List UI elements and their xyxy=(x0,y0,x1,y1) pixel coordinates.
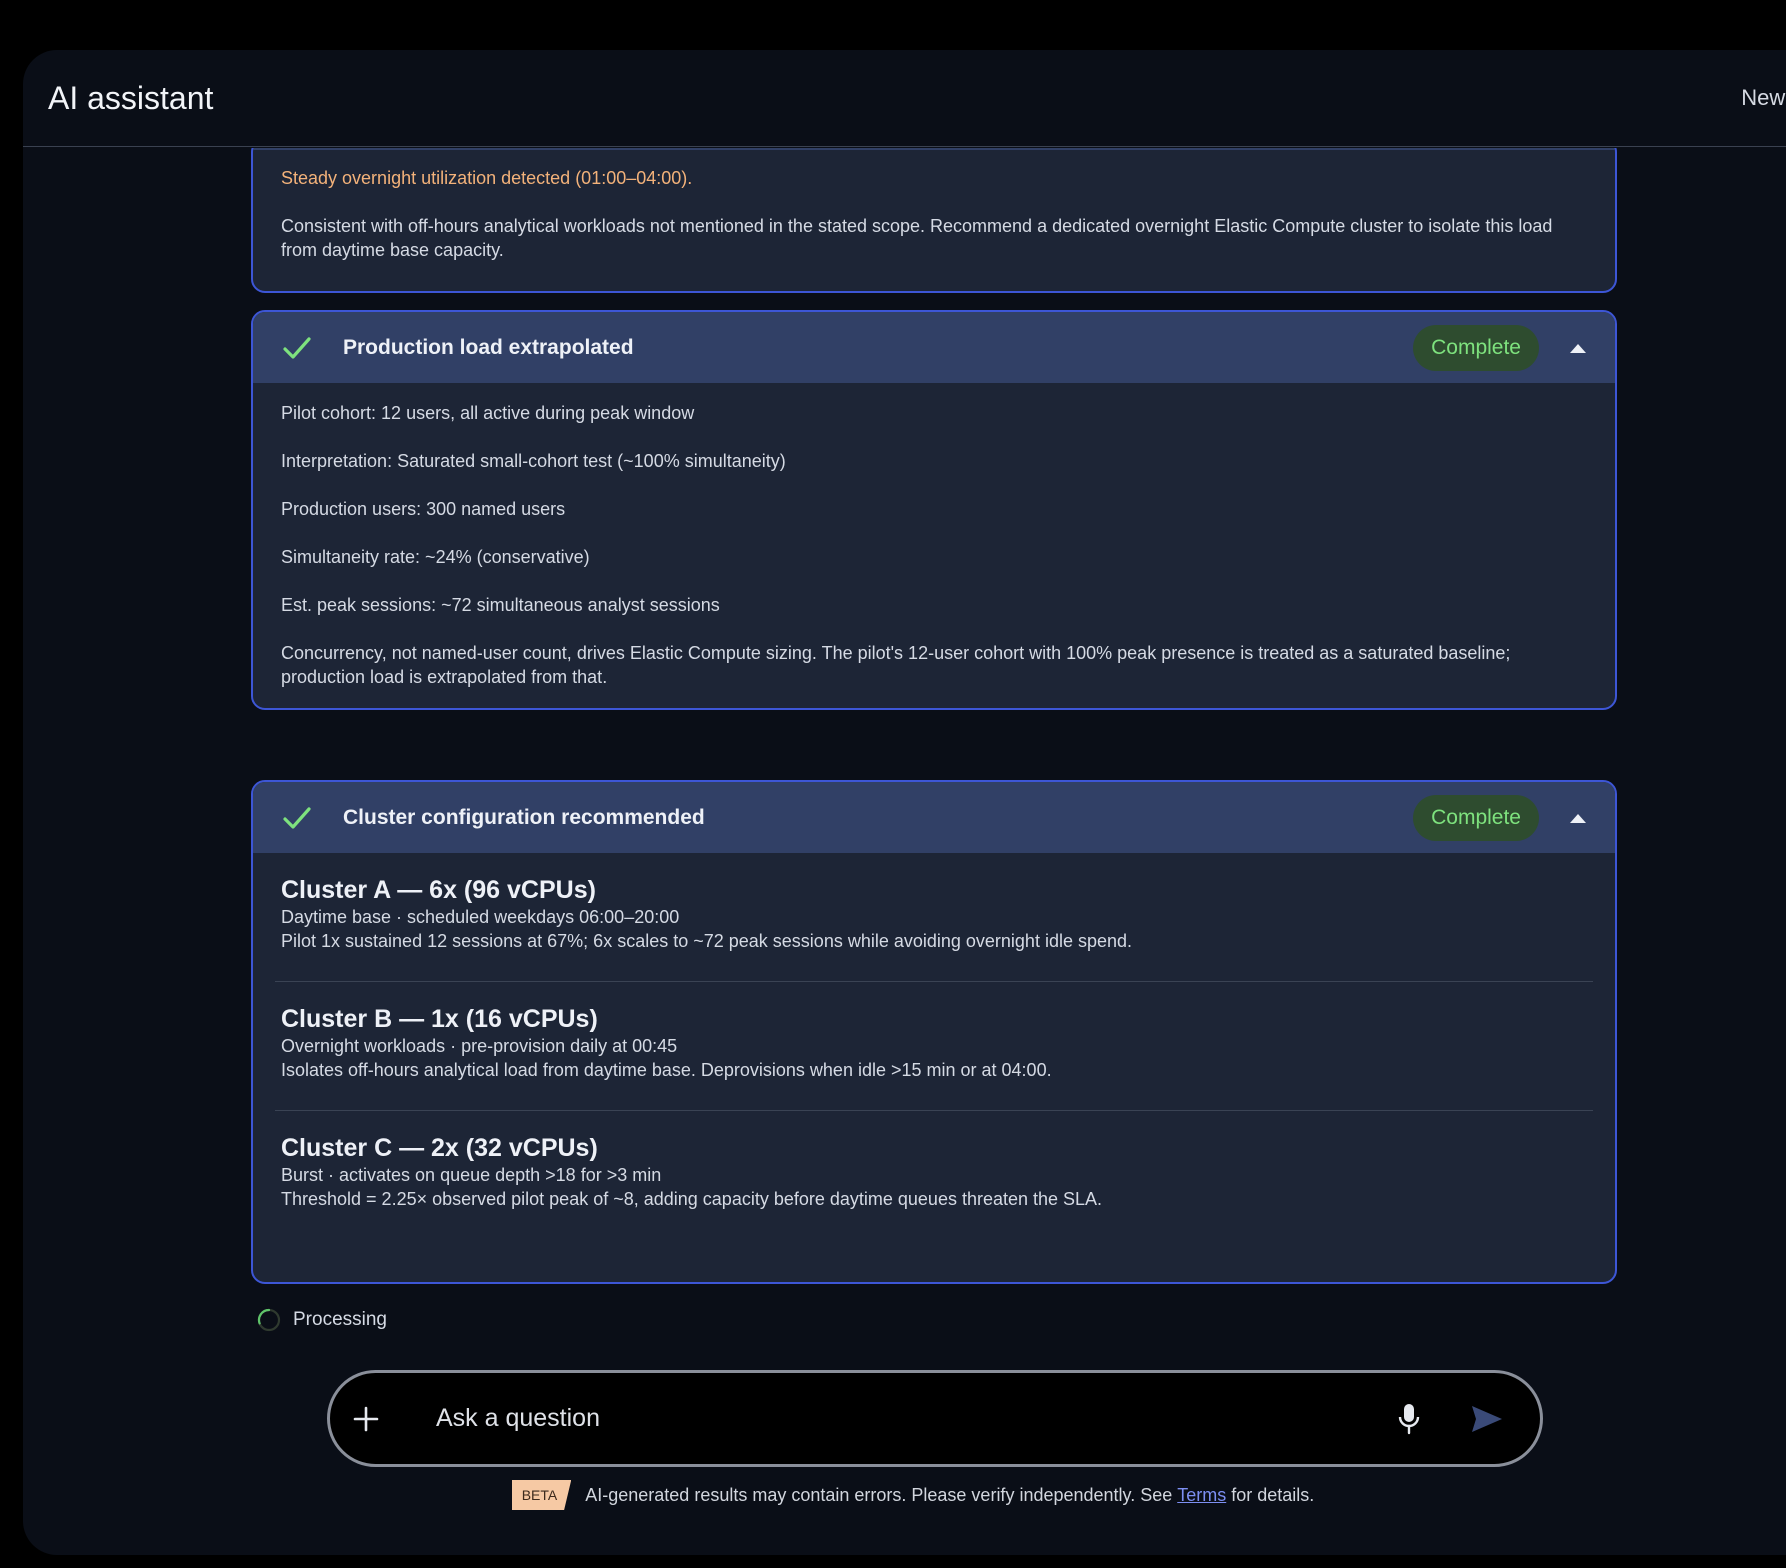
status-badge: Complete xyxy=(1413,794,1539,841)
disclaimer-suffix: for details. xyxy=(1231,1484,1315,1505)
chevron-up-icon[interactable] xyxy=(1569,812,1587,824)
processing-label: Processing xyxy=(293,1309,387,1330)
cluster-config-card: Cluster configuration recommended Comple… xyxy=(251,780,1617,1284)
cluster-schedule: Burst · activates on queue depth >18 for… xyxy=(281,1165,662,1185)
card-title: Production load extrapolated xyxy=(343,335,634,359)
utilization-card: Steady overnight utilization detected (0… xyxy=(251,148,1617,293)
cluster-schedule: Overnight workloads · pre-provision dail… xyxy=(281,1036,678,1056)
disclaimer-text: AI-generated results may contain errors.… xyxy=(585,1484,1173,1505)
cluster-item: Cluster C — 2x (32 vCPUs) Burst · activa… xyxy=(275,1111,1593,1239)
microphone-icon[interactable] xyxy=(1396,1402,1422,1436)
cluster-note: Threshold = 2.25× observed pilot peak of… xyxy=(281,1189,1103,1209)
card-title: Cluster configuration recommended xyxy=(343,805,705,829)
production-users-line: Production users: 300 named users xyxy=(281,499,566,519)
cluster-title: Cluster B — 1x (16 vCPUs) xyxy=(281,1005,598,1033)
spinner-icon xyxy=(257,1308,281,1332)
send-icon[interactable] xyxy=(1470,1404,1504,1434)
overnight-detail: Consistent with off-hours analytical wor… xyxy=(281,216,1553,260)
check-icon xyxy=(283,806,311,829)
disclaimer: BETA AI-generated results may contain er… xyxy=(23,1480,1786,1510)
production-load-header[interactable]: Production load extrapolated Complete xyxy=(253,312,1615,383)
cluster-list: Cluster A — 6x (96 vCPUs) Daytime base ·… xyxy=(253,853,1615,1239)
cluster-title: Cluster C — 2x (32 vCPUs) xyxy=(281,1134,598,1162)
header: AI assistant New chat xyxy=(23,50,1786,147)
overnight-warning: Steady overnight utilization detected (0… xyxy=(281,168,693,188)
cluster-item: Cluster B — 1x (16 vCPUs) Overnight work… xyxy=(275,982,1593,1111)
page-title: AI assistant xyxy=(48,79,214,116)
assistant-window: AI assistant New chat Steady overnight u… xyxy=(23,50,1786,1555)
chat-scroll-area[interactable]: Steady overnight utilization detected (0… xyxy=(23,148,1786,1348)
new-chat-button[interactable]: New chat xyxy=(1741,85,1786,111)
chevron-up-icon[interactable] xyxy=(1569,342,1587,354)
question-input[interactable] xyxy=(436,1404,1396,1433)
simultaneity-line: Simultaneity rate: ~24% (conservative) xyxy=(281,547,590,567)
cluster-config-header[interactable]: Cluster configuration recommended Comple… xyxy=(253,782,1615,853)
concurrency-note: Concurrency, not named-user count, drive… xyxy=(281,643,1511,687)
cluster-note: Isolates off-hours analytical load from … xyxy=(281,1060,1052,1080)
check-icon xyxy=(283,336,311,359)
cluster-item: Cluster A — 6x (96 vCPUs) Daytime base ·… xyxy=(275,853,1593,982)
cluster-note: Pilot 1x sustained 12 sessions at 67%; 6… xyxy=(281,931,1133,951)
processing-indicator: Processing xyxy=(257,1308,387,1332)
peak-sessions-line: Est. peak sessions: ~72 simultaneous ana… xyxy=(281,595,720,615)
beta-badge: BETA xyxy=(511,1480,572,1510)
status-badge: Complete xyxy=(1413,324,1539,371)
cluster-title: Cluster A — 6x (96 vCPUs) xyxy=(281,876,596,904)
terms-link[interactable]: Terms xyxy=(1177,1485,1226,1506)
interpretation-line: Interpretation: Saturated small-cohort t… xyxy=(281,451,786,471)
composer xyxy=(327,1370,1543,1467)
plus-icon[interactable] xyxy=(352,1405,380,1433)
production-load-card: Production load extrapolated Complete Pi… xyxy=(251,310,1617,710)
pilot-cohort-line: Pilot cohort: 12 users, all active durin… xyxy=(281,403,695,423)
cluster-schedule: Daytime base · scheduled weekdays 06:00–… xyxy=(281,907,680,927)
